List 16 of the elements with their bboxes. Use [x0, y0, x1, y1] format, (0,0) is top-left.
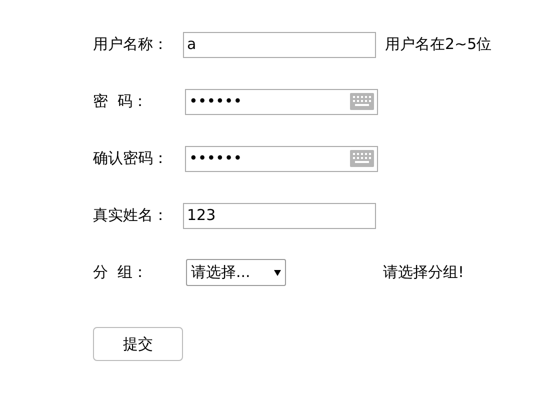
text-field[interactable]: 123: [183, 202, 376, 228]
caret-icon: [274, 270, 281, 276]
group-dropdown[interactable]: 请选择...: [186, 259, 286, 286]
field-label: 分 组：: [93, 262, 149, 284]
password-field[interactable]: ••••••: [185, 146, 378, 172]
keyboard-icon[interactable]: [350, 150, 374, 167]
hint-text: 用户名在2~5位: [385, 34, 492, 56]
submit-button[interactable]: 提交: [93, 327, 183, 361]
keyboard-icon[interactable]: [350, 93, 374, 110]
field-label: 真实姓名：: [93, 205, 169, 226]
field-label: 密 码：: [93, 91, 149, 112]
field-label: 确认密码：: [93, 148, 169, 170]
password-field[interactable]: ••••••: [185, 88, 378, 114]
hint-text: 请选择分组!: [383, 262, 464, 284]
text-field[interactable]: a: [183, 32, 376, 58]
field-label: 用户名称：: [93, 34, 169, 56]
